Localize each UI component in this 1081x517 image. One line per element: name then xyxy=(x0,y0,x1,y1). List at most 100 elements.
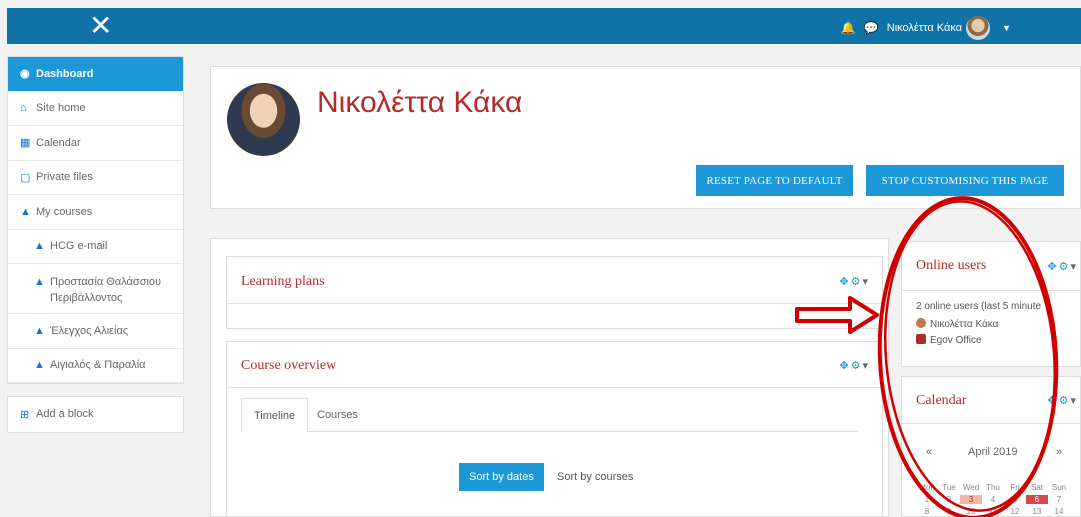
divider xyxy=(227,387,882,388)
user-avatar-icon xyxy=(916,318,926,328)
calendar-day[interactable]: 10 xyxy=(960,507,982,516)
stop-customising-button[interactable]: STOP CUSTOMISING THIS PAGE xyxy=(866,165,1064,196)
topbar-user-name[interactable]: Νικολέττα Κάκα xyxy=(887,22,962,34)
profile-avatar[interactable] xyxy=(227,83,300,156)
chat-icon[interactable]: 💬 xyxy=(864,21,879,35)
sidebar-item-site-home[interactable]: ⌂ Site home xyxy=(8,92,183,126)
calendar-day[interactable]: 5 xyxy=(1004,495,1026,504)
calendar-day[interactable]: 2 xyxy=(938,495,960,504)
move-icon[interactable]: ✥ xyxy=(839,276,850,288)
sidebar-item-course[interactable]: ▲ Αιγιαλός & Παραλία xyxy=(8,349,183,383)
block-title: Learning plans xyxy=(241,274,325,289)
divider xyxy=(902,290,1080,291)
weekday: Sun xyxy=(1051,482,1067,492)
add-block-button[interactable]: ⊞ Add a block xyxy=(8,397,183,432)
prev-month-button[interactable]: « xyxy=(926,446,932,458)
user-menu[interactable]: 🔔 💬 Νικολέττα Κάκα ▼ xyxy=(841,16,1011,40)
course-overview-tabs: Timeline Courses xyxy=(241,398,859,433)
close-drawer-icon[interactable]: ✕ xyxy=(89,11,112,41)
sidebar-item-course[interactable]: ▲ Έλεγχος Αλιείας xyxy=(8,314,183,349)
weekday: Fri xyxy=(1010,482,1020,492)
weekday: Sat xyxy=(1030,482,1043,492)
left-sidebar: ◉ Dashboard ⌂ Site home ▦ Calendar ▢ Pri… xyxy=(7,56,184,433)
sidebar-item-label: Έλεγχος Αλιείας xyxy=(50,324,129,337)
page-header: Νικολέττα Κάκα RESET PAGE TO DEFAULT STO… xyxy=(210,66,1081,209)
sidebar-item-course[interactable]: ▲ HCG e-mail xyxy=(8,230,183,264)
sidebar-item-my-courses[interactable]: ▲ My courses xyxy=(8,195,183,230)
sidebar-item-label: My courses xyxy=(36,205,93,218)
course-overview-block: Course overview ✥⚙▾ Timeline Courses Sor… xyxy=(226,341,883,517)
home-icon: ⌂ xyxy=(20,102,27,115)
online-user[interactable]: Egov Office xyxy=(916,334,982,346)
top-navbar: ✕ 🔔 💬 Νικολέττα Κάκα ▼ xyxy=(7,8,1081,44)
online-user-name[interactable]: Egov Office xyxy=(930,335,982,346)
weekday: Wed xyxy=(962,482,980,492)
sidebar-item-calendar[interactable]: ▦ Calendar xyxy=(8,126,183,161)
sidebar-item-dashboard[interactable]: ◉ Dashboard xyxy=(8,57,183,92)
calendar-grid: Mon Tue Wed Thu Fri Sat Sun 1 2 3 4 5 6 … xyxy=(916,481,1070,517)
add-block-group: ⊞ Add a block xyxy=(7,396,184,433)
move-icon[interactable]: ✥ xyxy=(839,360,850,372)
gear-icon[interactable]: ⚙ xyxy=(851,360,863,372)
divider xyxy=(902,423,1080,424)
calendar-day-event[interactable]: 6 xyxy=(1026,494,1048,504)
graduation-cap-icon: ▲ xyxy=(34,276,45,288)
block-controls[interactable]: ✥⚙▾ xyxy=(839,359,870,372)
tab-courses[interactable]: Courses xyxy=(305,398,370,432)
block-controls[interactable]: ✥⚙▾ xyxy=(1047,260,1078,273)
caret-down-icon[interactable]: ▾ xyxy=(862,276,870,288)
block-title: Course overview xyxy=(241,358,337,373)
gear-icon[interactable]: ⚙ xyxy=(851,276,863,288)
sort-by-dates-button[interactable]: Sort by dates xyxy=(459,463,544,491)
sidebar-item-label: Calendar xyxy=(36,136,81,149)
calendar-week-row: 1 2 3 4 5 6 7 xyxy=(916,493,1070,505)
block-controls[interactable]: ✥⚙▾ xyxy=(1047,394,1078,407)
calendar-weekday-row: Mon Tue Wed Thu Fri Sat Sun xyxy=(916,481,1070,493)
user-avatar-icon xyxy=(916,334,926,344)
move-icon[interactable]: ✥ xyxy=(1047,261,1058,273)
calendar-day[interactable]: 8 xyxy=(916,507,938,516)
calendar-day[interactable]: 1 xyxy=(916,495,938,504)
learning-plans-block: Learning plans ✥⚙▾ xyxy=(226,256,883,329)
sidebar-item-course[interactable]: ▲ Προστασία Θαλάσσιου Περιβάλλοντος xyxy=(8,264,183,314)
graduation-cap-icon: ▲ xyxy=(20,205,31,218)
calendar-day[interactable]: 4 xyxy=(982,495,1004,504)
weekday: Tue xyxy=(942,482,956,492)
tab-timeline[interactable]: Timeline xyxy=(241,398,309,433)
online-user[interactable]: Νικολέττα Κάκα xyxy=(916,318,998,330)
gear-icon[interactable]: ⚙ xyxy=(1059,395,1071,407)
caret-down-icon[interactable]: ▾ xyxy=(862,360,870,372)
sidebar-item-private-files[interactable]: ▢ Private files xyxy=(8,161,183,195)
calendar-day-today[interactable]: 3 xyxy=(960,494,982,504)
avatar[interactable] xyxy=(966,16,991,40)
online-user-name[interactable]: Νικολέττα Κάκα xyxy=(930,319,998,330)
calendar-day[interactable]: 13 xyxy=(1026,507,1048,516)
calendar-month: April 2019 xyxy=(968,446,1018,458)
bell-icon[interactable]: 🔔 xyxy=(841,21,856,35)
sidebar-item-label: HCG e-mail xyxy=(50,240,108,253)
block-controls[interactable]: ✥⚙▾ xyxy=(839,275,870,288)
caret-down-icon[interactable]: ▾ xyxy=(1070,261,1078,273)
nav-menu: ◉ Dashboard ⌂ Site home ▦ Calendar ▢ Pri… xyxy=(7,56,184,384)
next-month-button[interactable]: » xyxy=(1056,446,1062,458)
calendar-block: Calendar ✥⚙▾ « April 2019 » Mon Tue Wed … xyxy=(901,376,1081,517)
divider xyxy=(227,303,882,304)
calendar-day[interactable]: 14 xyxy=(1048,507,1070,516)
caret-down-icon[interactable]: ▾ xyxy=(1070,395,1078,407)
sidebar-item-label: Αιγιαλός & Παραλία xyxy=(50,359,146,372)
plus-square-icon: ⊞ xyxy=(20,408,30,421)
reset-page-button[interactable]: RESET PAGE TO DEFAULT xyxy=(696,165,853,196)
gear-icon[interactable]: ⚙ xyxy=(1059,261,1071,273)
dashboard-icon: ◉ xyxy=(20,68,30,81)
sort-by-courses-button[interactable]: Sort by courses xyxy=(547,463,643,491)
caret-down-icon[interactable]: ▼ xyxy=(1002,23,1011,33)
calendar-day[interactable]: 11 xyxy=(982,507,1004,516)
calendar-day[interactable]: 9 xyxy=(938,507,960,516)
calendar-day[interactable]: 7 xyxy=(1048,495,1070,504)
page-title: Νικολέττα Κάκα xyxy=(317,86,523,119)
move-icon[interactable]: ✥ xyxy=(1047,395,1058,407)
weekday: Mon xyxy=(919,482,935,492)
sidebar-item-label: Προστασία Θαλάσσιου Περιβάλλοντος xyxy=(50,276,162,304)
calendar-icon: ▦ xyxy=(20,137,31,150)
calendar-day[interactable]: 12 xyxy=(1004,507,1026,516)
